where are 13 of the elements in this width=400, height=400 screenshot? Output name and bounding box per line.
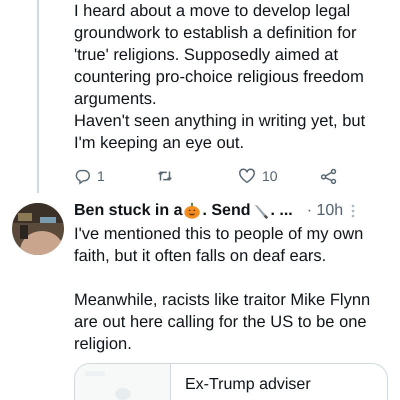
author-name[interactable]: . ...: [270, 202, 293, 220]
author-name[interactable]: . Send: [202, 202, 250, 220]
author-name[interactable]: Ben stuck in a: [74, 202, 182, 220]
share-icon[interactable]: [320, 167, 338, 185]
timestamp[interactable]: · 10h: [306, 202, 344, 220]
knife-icon: [252, 202, 270, 220]
pumpkin-icon: [183, 202, 202, 220]
reply-count: 1: [97, 168, 105, 184]
tweet-text: I've mentioned this to people of my own faith, but it often falls on deaf ears. Meanwhile, racists like traitor Mike Flynn are out here calling for the US to be one religion.: [74, 224, 372, 355]
like-icon[interactable]: [238, 167, 256, 185]
tweet-text: I heard about a move to develop legal groundwork to establish a definition for 'true' religions. Supposedly aimed at countering pro-choice religious freedom arguments. Haven't seen anything in writing yet, but I'm keeping an eye out.: [74, 1, 366, 154]
reply-icon[interactable]: [74, 168, 91, 184]
like-count: 10: [262, 168, 278, 184]
